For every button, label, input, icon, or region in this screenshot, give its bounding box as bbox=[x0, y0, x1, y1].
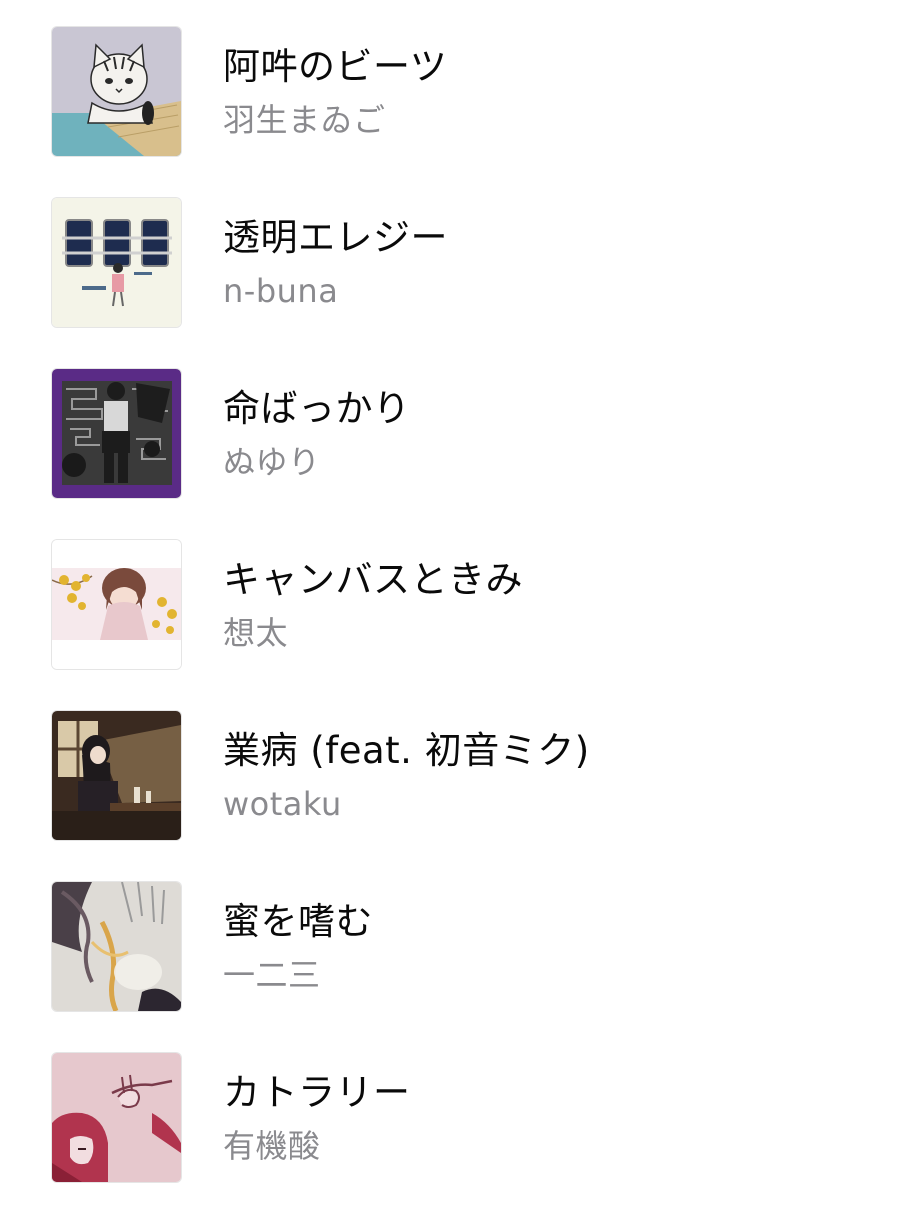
track-artist: 有機酸 bbox=[223, 1127, 321, 1165]
track-title: 命ばっかり bbox=[223, 387, 411, 430]
track-row-0[interactable]: 阿吽のビーツ 羽生まゐご bbox=[0, 27, 908, 197]
track-artist: n-buna bbox=[223, 272, 339, 310]
track-artist: 想太 bbox=[223, 614, 289, 652]
track-artist: 羽生まゐご bbox=[223, 101, 386, 139]
train-windows-album-art-icon bbox=[52, 198, 181, 327]
track-artist: 一二三 bbox=[223, 956, 321, 994]
track-row-1[interactable]: 透明エレジー n-buna bbox=[0, 198, 908, 368]
pink-hand-album-art-icon bbox=[52, 1053, 181, 1182]
track-row-2[interactable]: 命ばっかり ぬゆり bbox=[0, 369, 908, 539]
track-artist: ぬゆり bbox=[223, 443, 321, 481]
track-title: 阿吽のビーツ bbox=[223, 45, 448, 88]
track-title: 透明エレジー bbox=[223, 216, 448, 259]
honey-abstract-album-art-icon bbox=[52, 882, 181, 1011]
track-title: 業病 (feat. 初音ミク) bbox=[223, 729, 590, 772]
track-title: キャンバスときみ bbox=[223, 558, 523, 601]
track-row-4[interactable]: 業病 (feat. 初音ミク) wotaku bbox=[0, 711, 908, 881]
track-title: 蜜を嗜む bbox=[223, 900, 373, 943]
classroom-girl-album-art-icon bbox=[52, 711, 181, 840]
dark-figure-album-art-icon bbox=[52, 369, 181, 498]
flower-girl-album-art-icon bbox=[52, 540, 181, 669]
track-title: カトラリー bbox=[223, 1071, 411, 1114]
track-row-5[interactable]: 蜜を嗜む 一二三 bbox=[0, 882, 908, 1052]
track-list: 阿吽のビーツ 羽生まゐご 透明エレジー n-buna 命ばっかり ぬゆり キャン… bbox=[0, 0, 908, 1200]
track-artist: wotaku bbox=[223, 785, 342, 823]
cat-album-art-icon bbox=[52, 27, 181, 156]
track-row-3[interactable]: キャンバスときみ 想太 bbox=[0, 540, 908, 710]
track-row-6[interactable]: カトラリー 有機酸 bbox=[0, 1053, 908, 1223]
